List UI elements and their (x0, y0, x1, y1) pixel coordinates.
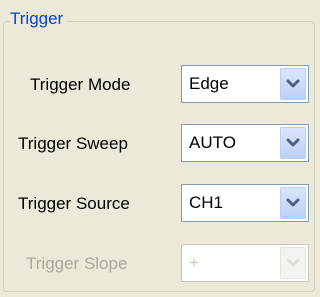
trigger-slope-value: + (189, 253, 199, 272)
trigger-mode-label: Trigger Mode (30, 75, 131, 94)
trigger-source-label: Trigger Source (18, 194, 130, 213)
trigger-mode-value: Edge (189, 74, 229, 93)
chevron-down-icon (280, 247, 306, 279)
trigger-source-select[interactable]: CH1 (181, 184, 309, 222)
chevron-down-icon[interactable] (280, 127, 306, 159)
trigger-sweep-value: AUTO (189, 133, 236, 152)
trigger-mode-select[interactable]: Edge (181, 65, 309, 103)
trigger-slope-select: + (181, 244, 309, 282)
chevron-down-icon[interactable] (280, 187, 306, 219)
chevron-down-icon[interactable] (280, 68, 306, 100)
trigger-sweep-select[interactable]: AUTO (181, 124, 309, 162)
group-title: Trigger (10, 8, 68, 30)
trigger-source-value: CH1 (189, 193, 224, 212)
trigger-group: Trigger Trigger Mode Edge Trigger Sweep … (0, 0, 320, 297)
trigger-sweep-label: Trigger Sweep (18, 134, 128, 153)
trigger-slope-label: Trigger Slope (26, 254, 128, 273)
